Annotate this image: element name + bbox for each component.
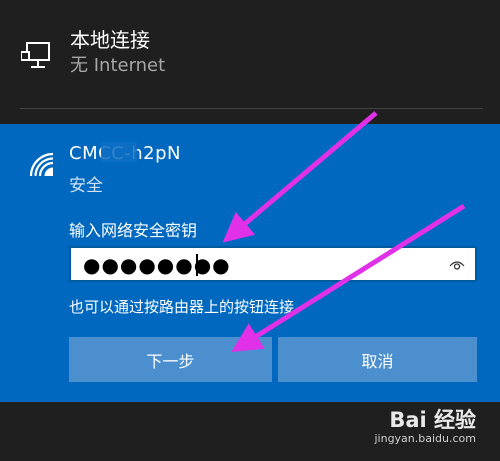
wifi-network-panel: CMCC-h2pN 安全 输入网络安全密钥 ●●●●●●●● 也可以通过按路由器… xyxy=(0,124,500,402)
ethernet-monitor-icon xyxy=(21,42,50,68)
network-flyout: 本地连接 无 Internet CMCC-h2pN 安全 输入网络安全密钥 ●●… xyxy=(0,0,500,461)
eye-icon[interactable] xyxy=(449,259,465,271)
router-button-hint: 也可以通过按路由器上的按钮连接。 xyxy=(69,298,310,316)
wifi-icon xyxy=(29,152,54,176)
text-caret xyxy=(196,254,198,276)
watermark-url: jingyan.baidu.com xyxy=(374,432,476,445)
ssid-redaction xyxy=(101,142,137,162)
ethernet-connection-item[interactable]: 本地连接 无 Internet xyxy=(0,0,500,118)
ethernet-status: 无 Internet xyxy=(70,55,166,76)
cancel-button[interactable]: 取消 xyxy=(278,337,477,382)
password-mask: ●●●●●●●● xyxy=(83,253,231,277)
ethernet-title: 本地连接 xyxy=(70,28,150,52)
next-button[interactable]: 下一步 xyxy=(69,337,272,382)
watermark-logo: Bai 经验 xyxy=(389,408,476,432)
security-status: 安全 xyxy=(69,176,103,196)
section-divider xyxy=(20,108,483,109)
password-prompt-label: 输入网络安全密钥 xyxy=(69,221,198,240)
network-key-input[interactable]: ●●●●●●●● xyxy=(69,246,477,282)
baidu-jingyan-watermark: Bai 经验 jingyan.baidu.com xyxy=(366,404,476,456)
